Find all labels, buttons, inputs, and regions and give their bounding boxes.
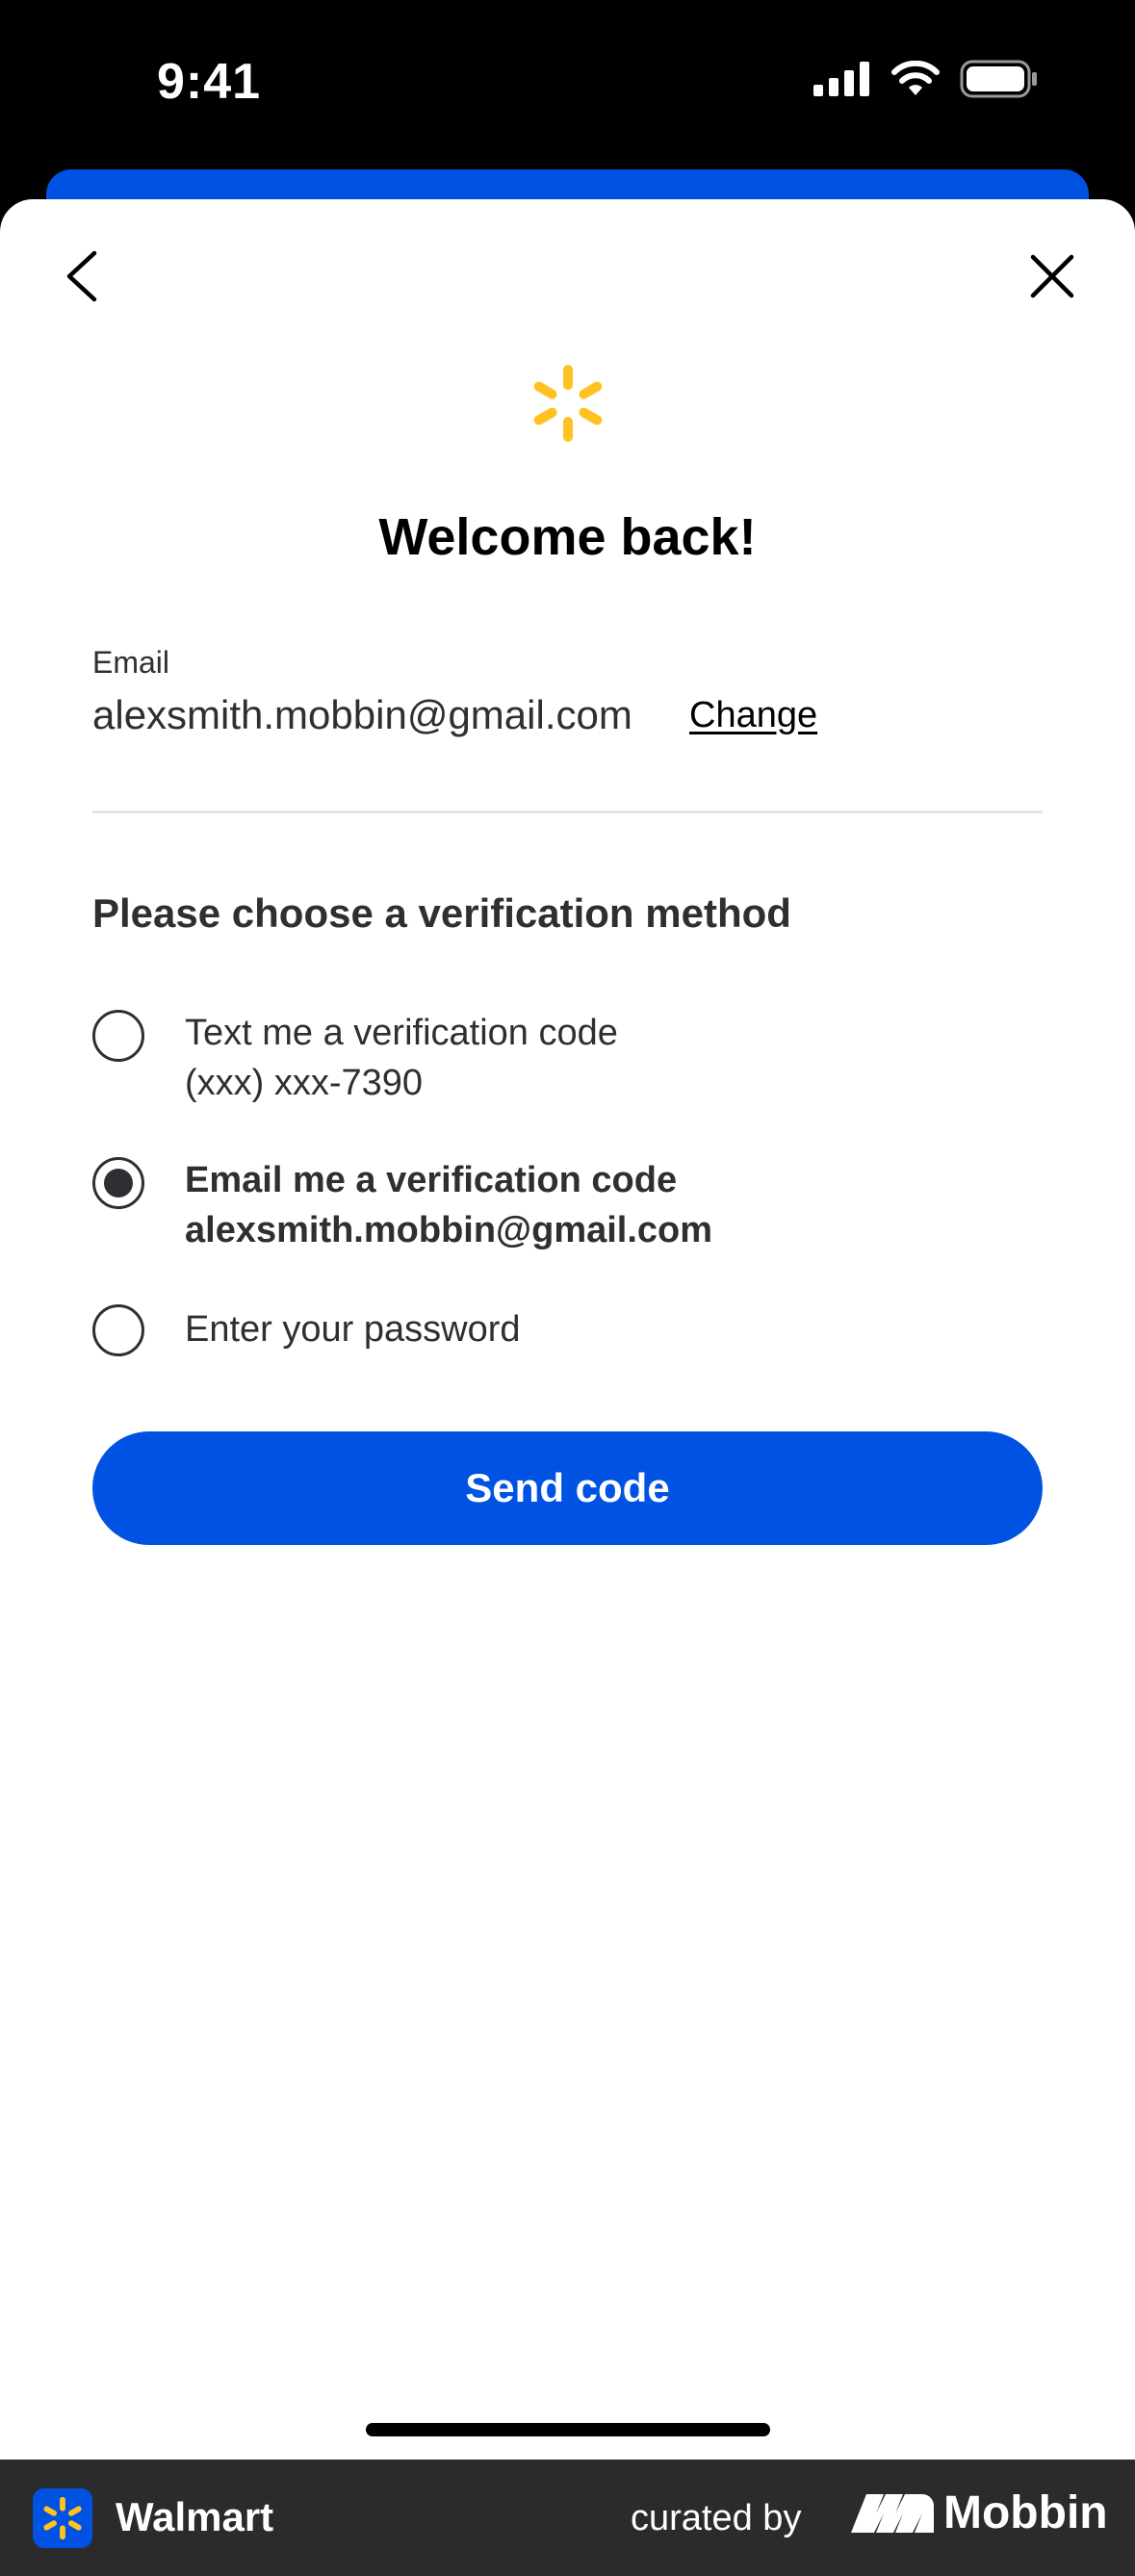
- divider: [92, 811, 1043, 813]
- footer-brand-name: Mobbin: [943, 2487, 1108, 2538]
- status-time: 9:41: [157, 54, 262, 110]
- sign-in-sheet: Welcome back! Email alexsmith.mobbin@gma…: [0, 199, 1135, 2460]
- send-code-button[interactable]: Send code: [92, 1431, 1043, 1545]
- chevron-left-icon: [66, 250, 97, 302]
- option-title: Email me a verification code: [185, 1160, 678, 1200]
- footer-app-name: Walmart: [116, 2494, 274, 2539]
- close-button[interactable]: [1025, 249, 1079, 303]
- wifi-icon: [891, 61, 940, 95]
- option-detail: (xxx) xxx-7390: [185, 1063, 424, 1103]
- option-email-code[interactable]: Email me a verification code alexsmith.m…: [92, 1157, 1043, 1263]
- status-icons: [813, 60, 1039, 98]
- home-indicator: [366, 2423, 770, 2436]
- email-label: Email: [92, 645, 170, 680]
- walmart-spark-icon: [43, 2496, 82, 2540]
- option-text-code[interactable]: Text me a verification code (xxx) xxx-73…: [92, 1010, 1043, 1116]
- email-value: alexsmith.mobbin@gmail.com: [92, 692, 632, 737]
- battery-icon: [960, 60, 1037, 98]
- close-icon: [1030, 254, 1074, 298]
- option-title: Text me a verification code: [185, 1013, 618, 1053]
- attribution-footer: Walmart curated by Mobbin: [0, 2460, 1135, 2576]
- app-screen: 9:41 Welcome back! Email alexsmith.mobbi…: [0, 0, 1135, 2576]
- option-detail: alexsmith.mobbin@gmail.com: [185, 1210, 713, 1250]
- verification-heading: Please choose a verification method: [92, 890, 791, 936]
- change-email-link[interactable]: Change: [689, 695, 817, 736]
- status-bar: 9:41: [0, 0, 1135, 173]
- page-title: Welcome back!: [378, 508, 757, 566]
- radio-button[interactable]: [92, 1010, 144, 1062]
- footer-curated-by: curated by: [631, 2498, 802, 2538]
- mobbin-logo-icon: [851, 2493, 934, 2533]
- radio-button[interactable]: [92, 1304, 144, 1356]
- radio-button-selected[interactable]: [92, 1157, 144, 1209]
- option-title: Enter your password: [185, 1309, 521, 1350]
- option-password[interactable]: Enter your password: [92, 1304, 1043, 1362]
- mobbin-brand: Mobbin: [851, 2486, 1108, 2539]
- walmart-app-icon: [33, 2488, 92, 2548]
- back-button[interactable]: [56, 249, 110, 303]
- cellular-signal-icon: [813, 62, 869, 96]
- walmart-spark-icon: [533, 365, 603, 442]
